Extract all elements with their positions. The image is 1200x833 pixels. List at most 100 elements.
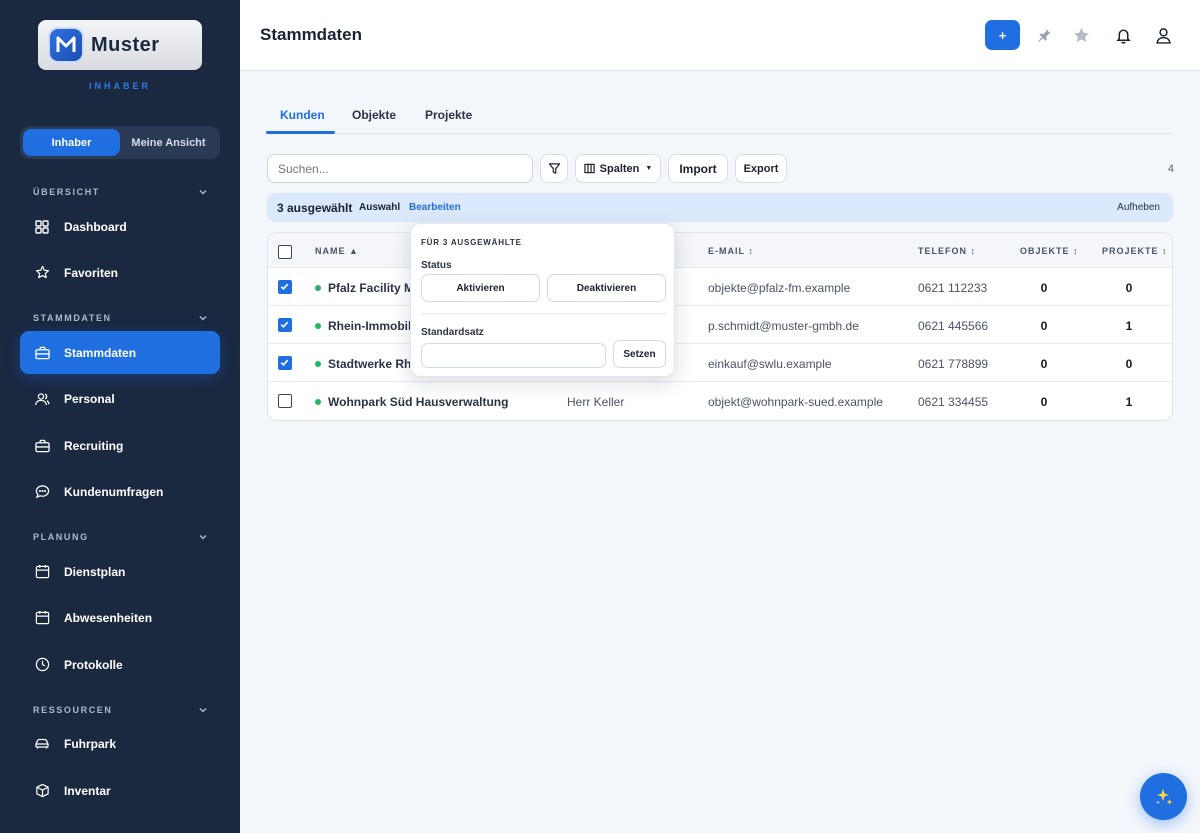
customer-name[interactable]: Stadtwerke Rhe [328, 357, 418, 371]
sidebar-item-label: Fuhrpark [64, 736, 117, 751]
column-header-telefon[interactable]: TELEFON ↕ [918, 246, 976, 256]
sidebar-item-dienstplan[interactable]: Dienstplan [20, 550, 220, 593]
customer-name[interactable]: Rhein-Immobili [328, 319, 415, 333]
search-input[interactable] [267, 154, 533, 183]
briefcase-icon [34, 438, 50, 454]
grid-icon [34, 219, 50, 235]
tab-projekte[interactable]: Projekte [425, 108, 472, 122]
status-dot [315, 323, 321, 329]
row-checkbox[interactable] [278, 280, 292, 294]
sidebar-item-recruiting[interactable]: Recruiting [20, 424, 220, 467]
sidebar-item-stammdaten[interactable]: Stammdaten [20, 331, 220, 374]
status-dot [315, 361, 321, 367]
user-icon[interactable] [1154, 26, 1172, 44]
import-button[interactable]: Import [668, 154, 728, 183]
top-header: Stammdaten + [240, 0, 1200, 71]
deactivate-button[interactable]: Deaktivieren [547, 274, 666, 302]
customer-objects: 0 [1040, 281, 1048, 295]
sidebar-item-personal[interactable]: Personal [20, 377, 220, 420]
edit-selection-button[interactable]: Bearbeiten [409, 202, 461, 213]
tab-objekte[interactable]: Objekte [352, 108, 396, 122]
sidebar-item-label: Favoriten [64, 265, 119, 280]
columns-button[interactable]: Spalten ▼ [575, 154, 661, 183]
star-icon [34, 265, 50, 281]
sidebar: Muster INHABER Inhaber Meine Ansicht ÜBE… [0, 0, 240, 833]
section-ressourcen[interactable]: RESSOURCEN [33, 705, 208, 715]
sparkles-icon [1155, 788, 1172, 805]
sidebar-item-label: Kundenumfragen [64, 484, 164, 499]
column-header-objekte[interactable]: OBJEKTE ↕ [1020, 246, 1079, 256]
column-header-name[interactable]: NAME ▲ [315, 246, 359, 256]
customer-projects: 0 [1125, 281, 1133, 295]
customer-email: objekt@wohnpark-sued.example [708, 395, 883, 409]
customer-name[interactable]: Pfalz Facility Ma [328, 281, 421, 295]
check-icon [280, 359, 289, 366]
calendar-icon [34, 610, 50, 626]
sidebar-item-inventar[interactable]: Inventar [20, 769, 220, 812]
check-icon [280, 321, 289, 328]
toggle-meine-ansicht[interactable]: Meine Ansicht [120, 129, 217, 156]
customer-email: p.schmidt@muster-gmbh.de [708, 319, 859, 333]
customer-objects: 0 [1040, 357, 1048, 371]
table-row[interactable]: Stadtwerke Rhe einkauf@swlu.example 0621… [268, 344, 1172, 382]
sidebar-item-favoriten[interactable]: Favoriten [20, 251, 220, 294]
tab-kunden[interactable]: Kunden [280, 108, 325, 122]
column-header-email[interactable]: E-MAIL ↕ [708, 246, 754, 256]
toggle-inhaber[interactable]: Inhaber [23, 129, 120, 156]
sidebar-item-fuhrpark[interactable]: Fuhrpark [20, 722, 220, 765]
section-stammdaten[interactable]: STAMMDATEN [33, 313, 208, 323]
section-label: PLANUNG [33, 532, 89, 542]
selection-menu-button[interactable]: Auswahl [359, 202, 400, 213]
customer-phone: 0621 334455 [918, 395, 989, 409]
brand-logo[interactable]: Muster [38, 20, 202, 70]
table-row[interactable]: Rhein-Immobili p.schmidt@muster-gmbh.de … [268, 306, 1172, 344]
set-rate-button[interactable]: Setzen [613, 340, 666, 368]
table-row[interactable]: Pfalz Facility Ma objekte@pfalz-fm.examp… [268, 268, 1172, 306]
row-checkbox[interactable] [278, 394, 292, 408]
sidebar-item-label: Dienstplan [64, 564, 126, 579]
customer-name[interactable]: Wohnpark Süd Hausverwaltung [328, 395, 508, 409]
customer-phone: 0621 112233 [918, 281, 988, 295]
select-all-checkbox[interactable] [278, 245, 292, 259]
customer-projects: 1 [1125, 395, 1133, 409]
sidebar-item-kundenumfragen[interactable]: Kundenumfragen [20, 470, 220, 513]
section-label: RESSOURCEN [33, 705, 113, 715]
star-icon[interactable] [1072, 26, 1090, 44]
sidebar-item-protokolle[interactable]: Protokolle [20, 643, 220, 686]
view-toggle: Inhaber Meine Ansicht [20, 126, 220, 159]
columns-icon [583, 163, 595, 174]
tab-bar: Kunden Objekte Projekte [266, 96, 1173, 134]
sidebar-item-dashboard[interactable]: Dashboard [20, 205, 220, 248]
standard-rate-input[interactable] [421, 343, 606, 368]
caret-down-icon: ▼ [645, 165, 653, 172]
customer-email: einkauf@swlu.example [708, 357, 832, 371]
table-header: NAME ▲ E-MAIL ↕ TELEFON ↕ OBJEKTE ↕ PROJ… [268, 233, 1172, 268]
section-uebersicht[interactable]: ÜBERSICHT [33, 187, 208, 197]
add-button[interactable]: + [985, 20, 1020, 50]
pin-icon[interactable] [1035, 26, 1053, 44]
column-header-projekte[interactable]: PROJEKTE ↕ [1102, 246, 1168, 256]
filter-button[interactable] [540, 154, 568, 183]
sidebar-item-label: Stammdaten [64, 345, 137, 360]
sidebar-item-abwesenheiten[interactable]: Abwesenheiten [20, 596, 220, 639]
bell-icon[interactable] [1114, 26, 1132, 44]
popover-heading: FÜR 3 AUSGEWÄHLTE [421, 238, 522, 247]
result-count: 4 [1167, 163, 1174, 175]
clock-icon [34, 657, 50, 673]
activate-button[interactable]: Aktivieren [421, 274, 540, 302]
chevron-down-icon [199, 316, 207, 321]
customer-contact: Herr Keller [567, 395, 625, 409]
row-checkbox[interactable] [278, 356, 292, 370]
chevron-down-icon [199, 708, 207, 713]
row-checkbox[interactable] [278, 318, 292, 332]
table-row[interactable]: Wohnpark Süd Hausverwaltung Herr Keller … [268, 382, 1172, 420]
customer-email: objekte@pfalz-fm.example [708, 281, 851, 295]
chevron-down-icon [199, 190, 207, 195]
customer-phone: 0621 778899 [918, 357, 989, 371]
clear-selection-button[interactable]: Aufheben [1117, 202, 1160, 213]
users-icon [34, 391, 50, 407]
customer-phone: 0621 445566 [918, 319, 989, 333]
section-planung[interactable]: PLANUNG [33, 532, 208, 542]
export-button[interactable]: Export [735, 154, 787, 183]
ai-assistant-button[interactable] [1140, 773, 1187, 820]
